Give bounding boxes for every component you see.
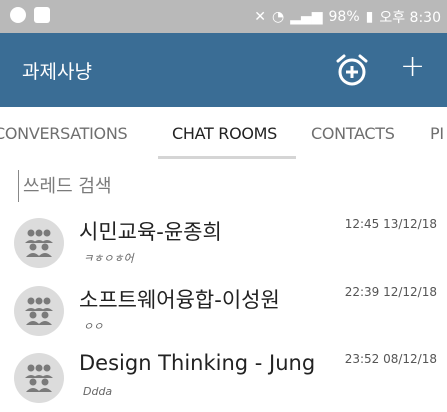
tab-chat-rooms[interactable]: CHAT ROOMS [172,124,277,143]
messenger-icon [10,7,26,23]
tab-conversations[interactable]: CONVERSATIONS [0,124,128,143]
group-icon [25,297,53,325]
room-timestamp: 23:52 08/12/18 [344,352,437,366]
battery-level: 98% [328,9,360,25]
chat-room-item[interactable]: Design Thinking - Jung Ddda 23:52 08/12/… [0,345,447,411]
wifi-icon: ◔ [271,9,285,25]
group-icon [25,364,53,392]
group-avatar [14,353,64,403]
alarm-add-icon[interactable] [334,53,370,87]
tab-indicator [158,156,296,159]
room-name: 소프트웨어융합-이성원 [79,288,280,312]
mute-icon: ✕ [254,9,266,25]
room-last-message: ㅋㅎㅇㅎ어 [83,252,134,265]
group-icon [25,229,53,257]
image-icon [34,7,50,23]
app-title: 과제사냥 [22,61,92,83]
add-icon[interactable]: + [400,50,425,84]
chat-room-item[interactable]: 시민교육-윤종희 ㅋㅎㅇㅎ어 12:45 13/12/18 [0,210,447,276]
signal-icon: ▂▄▆ [290,9,323,25]
search-input[interactable] [18,170,325,202]
room-last-message: ㅇㅇ [83,320,104,333]
group-avatar [14,218,64,268]
chat-room-item[interactable]: 소프트웨어융합-이성원 ㅇㅇ 22:39 12/12/18 [0,278,447,344]
room-timestamp: 12:45 13/12/18 [344,217,437,231]
battery-icon: ▮ [365,9,374,25]
tab-contacts[interactable]: CONTACTS [311,124,395,143]
tab-more[interactable]: PI [430,124,444,143]
room-last-message: Ddda [83,385,113,398]
group-avatar [14,286,64,336]
tab-bar: CONVERSATIONS CHAT ROOMS CONTACTS PI [0,107,447,159]
app-bar: 과제사냥 + [0,33,447,107]
room-name: Design Thinking - Jung [79,351,316,375]
room-timestamp: 22:39 12/12/18 [344,285,437,299]
room-name: 시민교육-윤종희 [79,220,222,244]
clock: 오후 8:30 [379,10,441,26]
status-bar: ✕ ◔ ▂▄▆ 98% ▮ 오후 8:30 [0,0,447,33]
